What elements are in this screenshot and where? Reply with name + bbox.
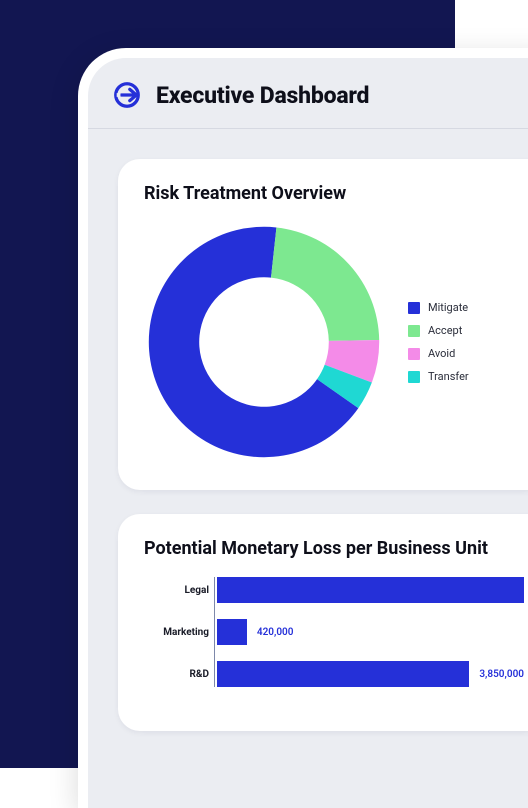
header: Executive Dashboard	[88, 58, 528, 129]
legend-item-accept: Accept	[408, 324, 469, 337]
legend-item-avoid: Avoid	[408, 347, 469, 360]
legend-item-mitigate: Mitigate	[408, 301, 469, 314]
risk-treatment-card: Risk Treatment Overview Mitigate Accept Av…	[118, 159, 528, 490]
bar-value: 3,850,000	[479, 669, 524, 680]
bar	[217, 577, 524, 603]
card-title: Risk Treatment Overview	[144, 183, 524, 204]
bar	[217, 661, 469, 687]
legend-label: Transfer	[428, 370, 469, 383]
donut-segment-accept	[271, 227, 379, 340]
bar-label: Marketing	[147, 627, 209, 638]
content: Risk Treatment Overview Mitigate Accept Av…	[88, 129, 528, 731]
legend-swatch	[408, 325, 420, 337]
legend-label: Accept	[428, 324, 462, 337]
bar-value: 420,000	[257, 627, 294, 638]
legend-swatch	[408, 371, 420, 383]
legend-label: Mitigate	[428, 301, 468, 314]
bar-label: R&D	[147, 669, 209, 680]
bar-row: R&D3,850,000	[217, 661, 524, 687]
legend: Mitigate Accept Avoid Transfer	[408, 301, 469, 383]
page-title: Executive Dashboard	[156, 82, 369, 109]
legend-swatch	[408, 302, 420, 314]
bar	[217, 619, 247, 645]
donut-row: Mitigate Accept Avoid Transfer	[144, 222, 524, 462]
bar-row: Marketing420,000	[217, 619, 524, 645]
legend-swatch	[408, 348, 420, 360]
card-title: Potential Monetary Loss per Business Uni…	[144, 538, 524, 559]
brand-logo-icon	[112, 80, 142, 110]
donut-chart	[144, 222, 384, 462]
monetary-loss-card: Potential Monetary Loss per Business Uni…	[118, 514, 528, 731]
bar-label: Legal	[147, 585, 209, 596]
legend-label: Avoid	[428, 347, 455, 360]
bar-chart: LegalMarketing420,000R&D3,850,000	[144, 577, 524, 687]
bar-row: Legal	[217, 577, 524, 603]
legend-item-transfer: Transfer	[408, 370, 469, 383]
device-frame: Executive Dashboard Risk Treatment Overv…	[78, 48, 528, 808]
